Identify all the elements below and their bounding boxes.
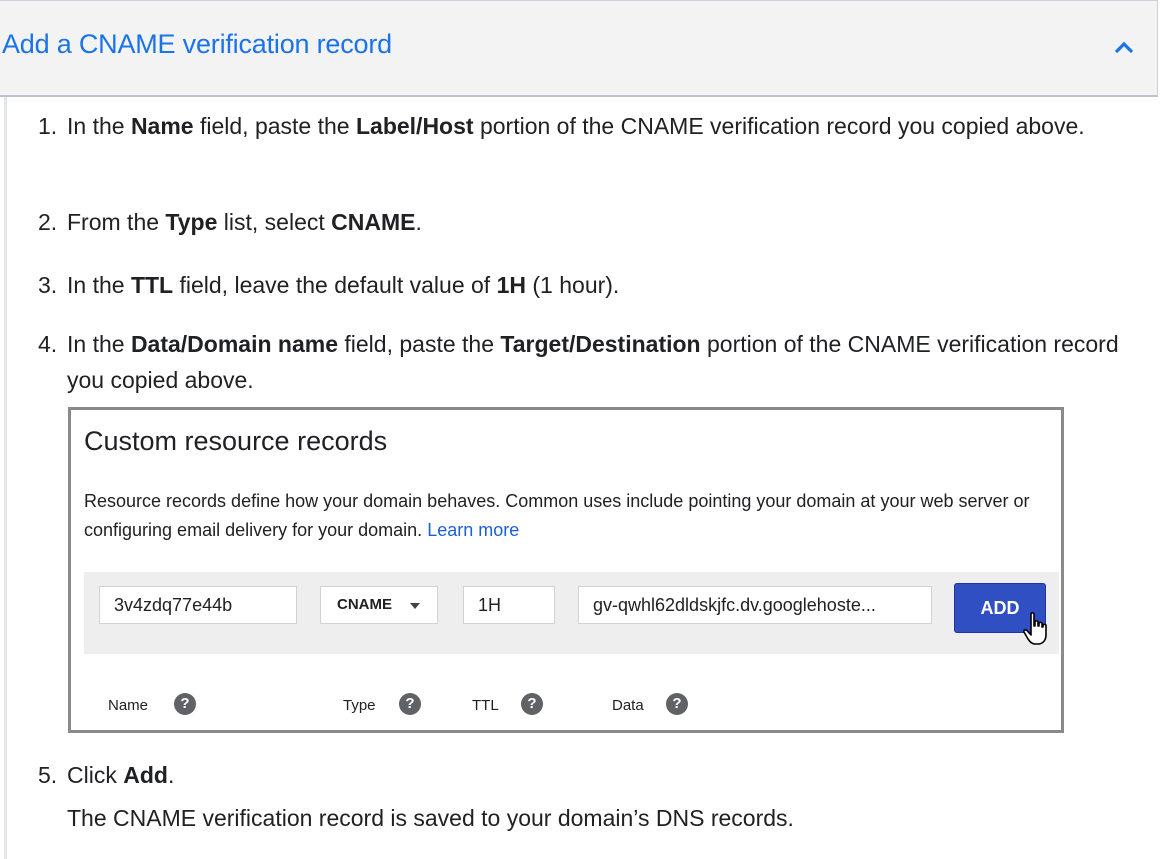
- step-text-bold: CNAME: [331, 209, 416, 235]
- chevron-up-icon[interactable]: [1111, 35, 1137, 61]
- step-text: In the TTL field, leave the default valu…: [67, 267, 1137, 303]
- accordion-title: Add a CNAME verification record: [2, 29, 392, 59]
- step-text-run: In the: [67, 331, 131, 357]
- step-text-run: .: [415, 209, 422, 235]
- step-number: 1.: [38, 113, 58, 139]
- step-note-text: The CNAME verification record is saved t…: [67, 805, 794, 831]
- accordion-content-border: [4, 97, 7, 859]
- step-text-run: In the: [67, 113, 131, 139]
- data-field[interactable]: gv-qwhl62dldskjfc.dv.googlehoste...: [578, 586, 932, 624]
- step-number: 3.: [38, 272, 58, 298]
- caret-down-icon: [410, 603, 420, 609]
- step-text-bold: Target/Destination: [500, 331, 701, 357]
- step-text-run: portion of the CNAME verification record…: [473, 113, 1085, 139]
- step-text-run: In the: [67, 272, 131, 298]
- step-number: 4.: [38, 331, 58, 357]
- name-field[interactable]: 3v4zdq77e44b: [99, 586, 297, 624]
- step-text-bold: Label/Host: [355, 113, 474, 139]
- step-text-run: field, paste the: [193, 113, 356, 139]
- custom-resource-records-panel: Custom resource records Resource records…: [68, 407, 1064, 733]
- help-circle-icon[interactable]: ?: [521, 693, 543, 715]
- name-column-label: Name: [108, 697, 149, 714]
- step-text-bold: Name: [130, 113, 194, 139]
- accordion-header[interactable]: Add a CNAME verification record: [0, 0, 1158, 97]
- data-column-label: Data: [612, 697, 644, 714]
- step-text-bold: TTL: [130, 272, 174, 298]
- step-text-run: From the: [67, 209, 166, 235]
- hand-pointer-icon: [1022, 612, 1047, 645]
- help-circle-icon[interactable]: ?: [399, 693, 421, 715]
- panel-description: Resource records define how your domain …: [84, 487, 1054, 545]
- learn-more-link[interactable]: Learn more: [427, 520, 519, 540]
- step-text: In the Name field, paste the Label/Host …: [67, 108, 1137, 144]
- step-text-run: field, leave the default value of: [173, 272, 497, 298]
- panel-description-text: Resource records define how your domain …: [84, 491, 1030, 540]
- step-text-run: Click: [67, 762, 124, 788]
- step-text-run: (1 hour).: [526, 272, 620, 298]
- ttl-column-label: TTL: [472, 697, 499, 714]
- step-text: In the Data/Domain name field, paste the…: [67, 326, 1137, 398]
- type-column-label: Type: [343, 697, 376, 714]
- step-text-run: .: [167, 762, 175, 788]
- step-text-run: field, paste the: [338, 331, 501, 357]
- step-text-run: list, select: [217, 209, 332, 235]
- panel-title: Custom resource records: [84, 426, 388, 456]
- ttl-field[interactable]: 1H: [463, 586, 555, 624]
- step-text: From the Type list, select CNAME.: [67, 204, 1137, 240]
- step-text-bold: Type: [165, 209, 218, 235]
- step-text-bold: Add: [123, 762, 168, 788]
- type-select[interactable]: CNAME: [320, 586, 438, 624]
- type-select-value: CNAME: [337, 596, 392, 613]
- step-number: 5.: [38, 762, 58, 788]
- step-text: Click Add.: [67, 757, 1137, 793]
- step-text-bold: 1H: [496, 272, 526, 298]
- record-entry-row: 3v4zdq77e44b CNAME 1H gv-qwhl62dldskjfc.…: [84, 572, 1059, 654]
- help-page: Add a CNAME verification record 1. In th…: [0, 0, 1165, 859]
- step-number: 2.: [38, 209, 58, 235]
- help-circle-icon[interactable]: ?: [666, 693, 688, 715]
- help-circle-icon[interactable]: ?: [174, 693, 196, 715]
- step-text-bold: Data/Domain name: [130, 331, 338, 357]
